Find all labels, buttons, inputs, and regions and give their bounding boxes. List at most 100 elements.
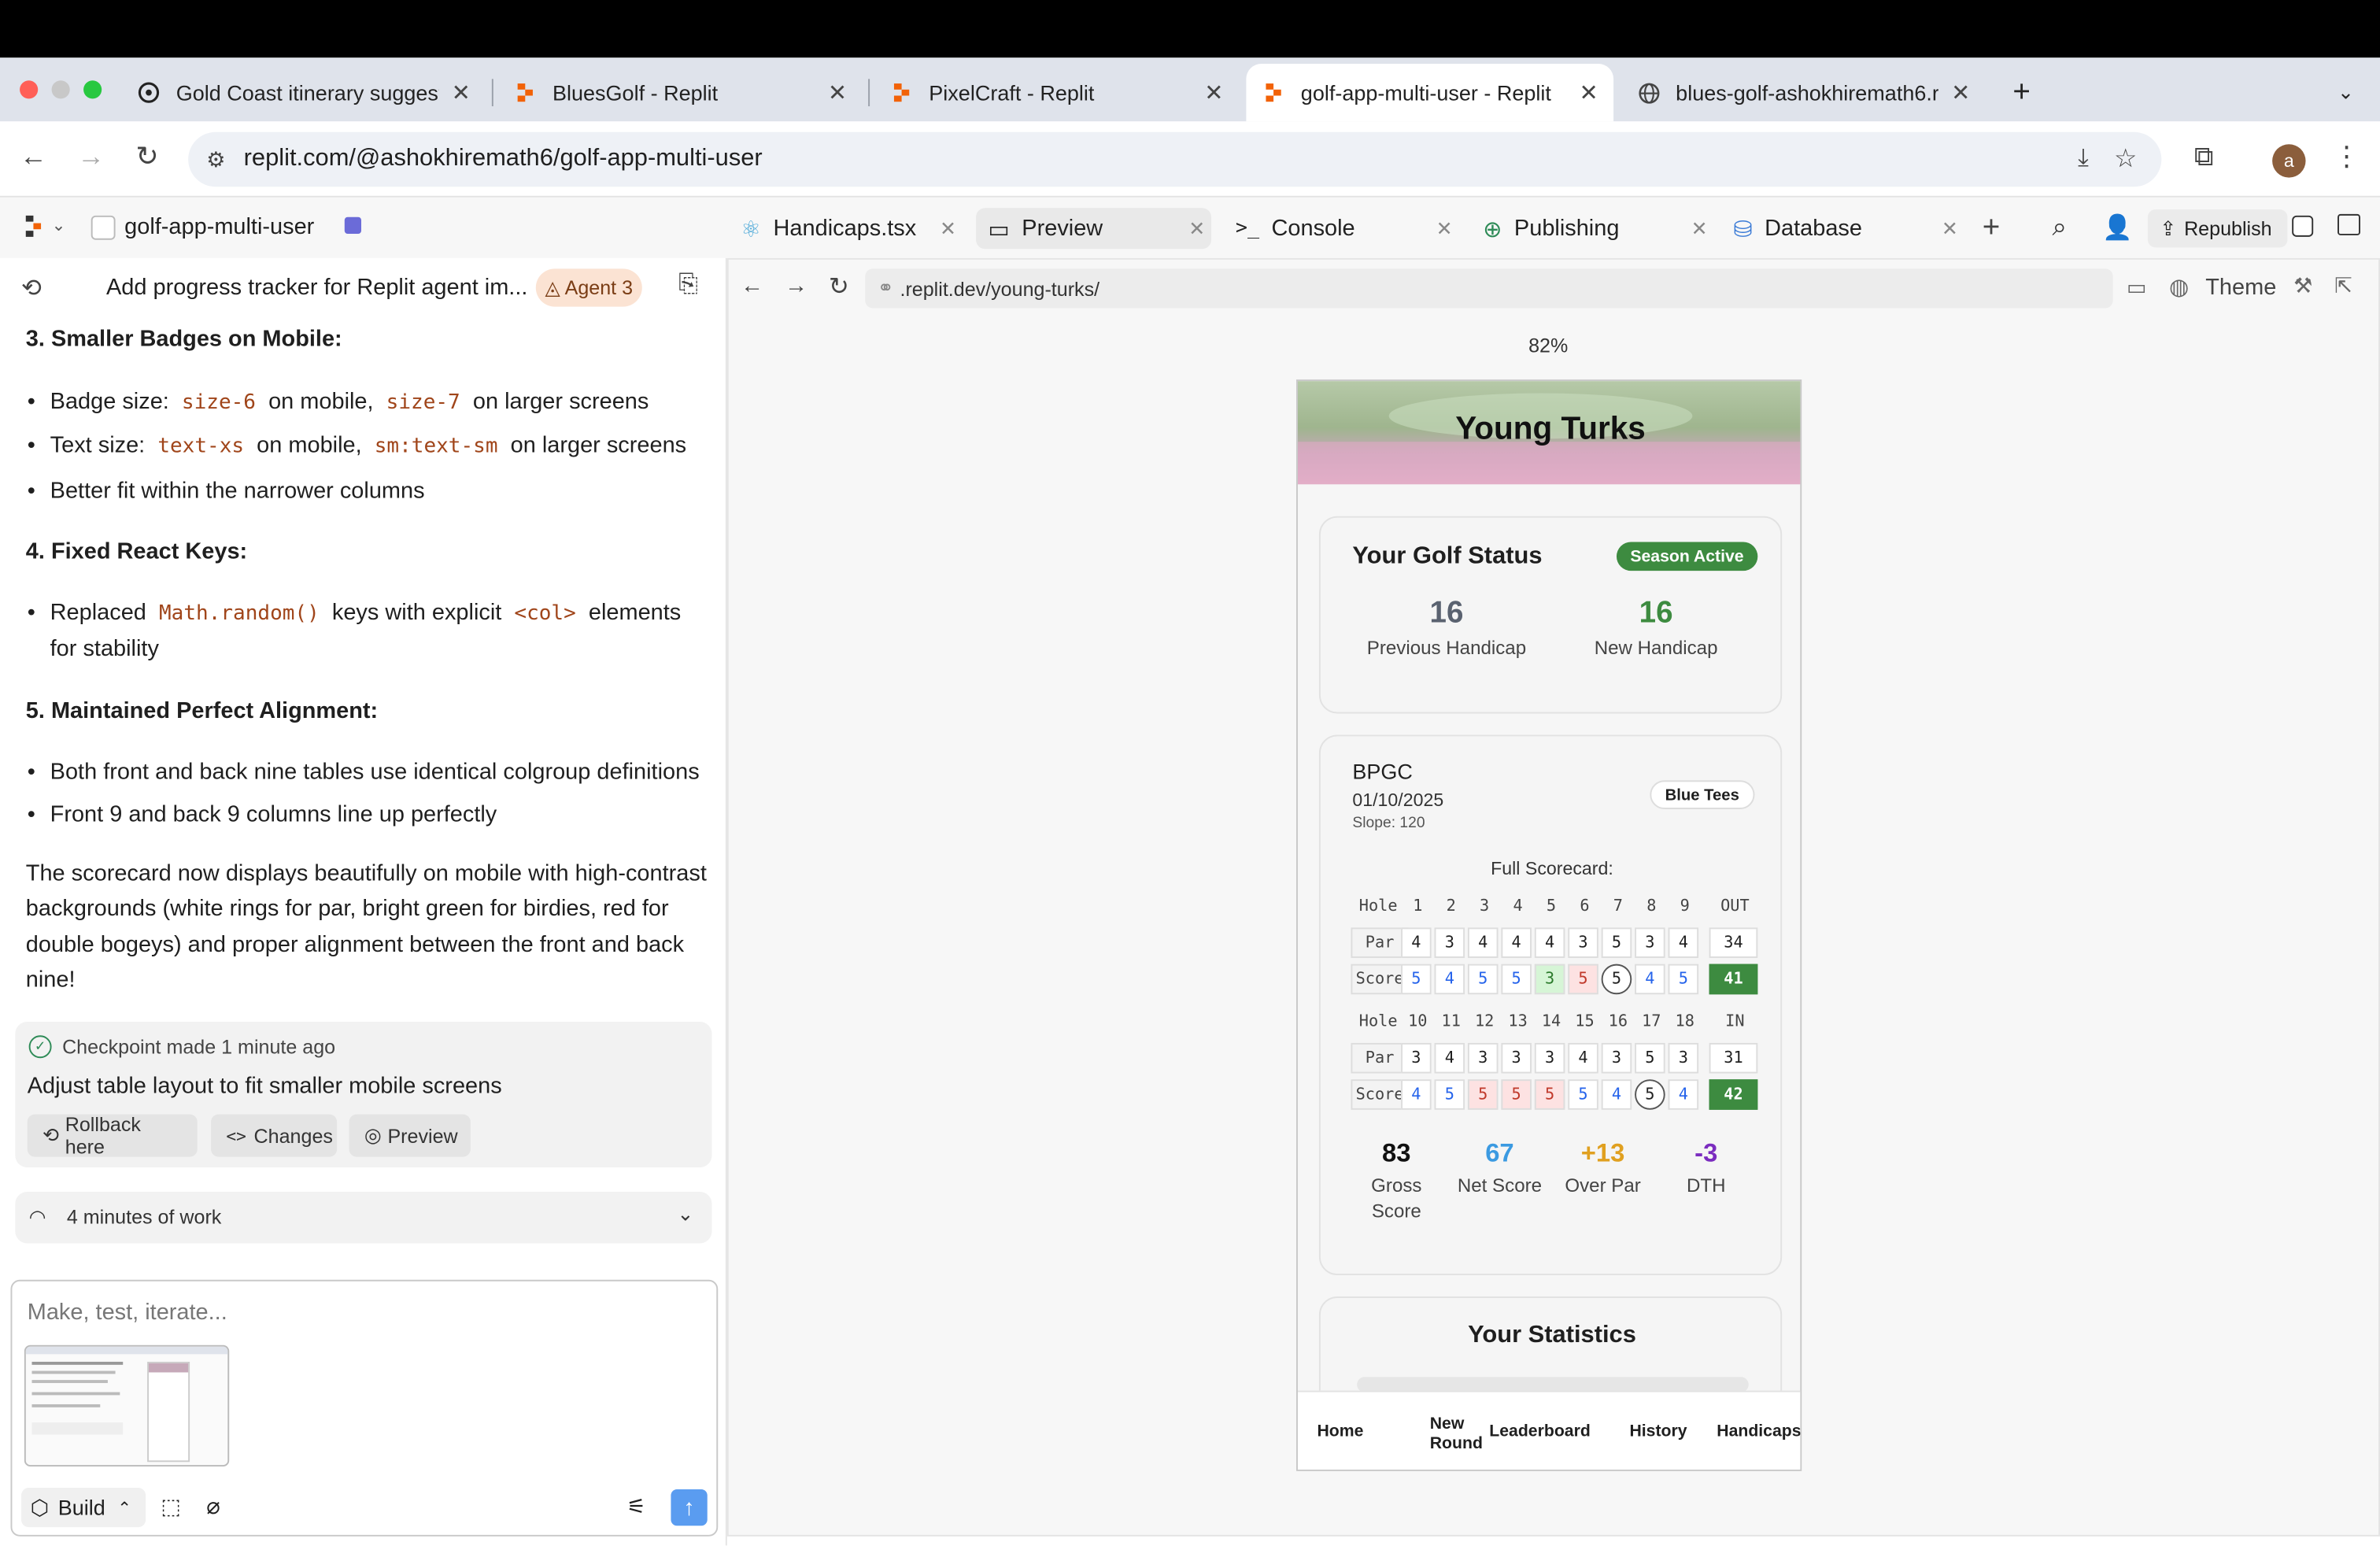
browser-tab[interactable]: PixelCraft - Replit ✕ (874, 64, 1239, 121)
preview-reload-icon[interactable]: ↻ (829, 272, 849, 302)
agent-badge[interactable]: ◬ Agent 3 (535, 268, 642, 307)
preview-forward-icon[interactable]: → (785, 273, 808, 299)
republish-button[interactable]: ⇪ Republish (2147, 209, 2288, 248)
close-tab-icon[interactable]: ✕ (1951, 79, 1970, 106)
nav-history[interactable]: History (1617, 1422, 1700, 1441)
devices-icon[interactable]: ▭ (2127, 275, 2147, 301)
hole-number: 8 (1646, 897, 1657, 915)
replit-icon (513, 80, 538, 105)
chat-input-box[interactable]: Make, test, iterate... ⬡ Build ⌃ ⬚ ⌀ ⚟ ↑ (10, 1279, 719, 1537)
score-cell: 4 (1601, 1079, 1632, 1110)
minimize-window-button[interactable] (51, 80, 70, 99)
chevron-down-icon[interactable]: ⌄ (52, 216, 66, 235)
link-icon: ⚭ (877, 276, 894, 299)
tab-console[interactable]: >_ Console ✕ (1223, 208, 1458, 249)
list-item: Better fit within the narrower columns (28, 474, 425, 510)
nav-leaderboard[interactable]: Leaderboard (1483, 1422, 1597, 1441)
bottom-navigation: Home New Round Leaderboard History Handic… (1297, 1390, 1801, 1470)
close-tab-icon[interactable]: ✕ (828, 79, 847, 106)
replit-logo-icon[interactable] (24, 214, 46, 246)
attach-icon[interactable]: ⌀ (206, 1492, 220, 1520)
par-cell: 3 (1568, 927, 1598, 958)
close-tab-icon[interactable]: ✕ (452, 79, 471, 106)
send-button[interactable]: ↑ (671, 1489, 708, 1526)
score-cell: 5 (1534, 1079, 1565, 1110)
thread-title[interactable]: Add progress tracker for Replit agent im… (106, 275, 527, 301)
hole-number: 10 (1408, 1012, 1428, 1031)
theme-button[interactable]: Theme (2205, 275, 2276, 301)
monitor-icon: ▭ (988, 216, 1010, 242)
close-tab-icon[interactable]: ✕ (1580, 79, 1598, 106)
score-cell: 5 (1668, 963, 1699, 995)
rollback-button[interactable]: ⟲ Rollback here (27, 1113, 198, 1159)
work-summary-toggle[interactable]: ◠ 4 minutes of work ⌄ (15, 1191, 712, 1244)
history-icon[interactable]: ⟲ (21, 273, 42, 304)
site-settings-icon[interactable]: ⚙ (206, 146, 225, 172)
profile-avatar[interactable]: a (2272, 144, 2306, 178)
devtools-icon[interactable]: ⚒ (2293, 273, 2312, 299)
over-par-label: Over Par (1565, 1174, 1641, 1196)
select-element-icon[interactable]: ⬚ (161, 1494, 181, 1520)
dth-value: -3 (1694, 1138, 1718, 1168)
preview-back-icon[interactable]: ← (741, 273, 763, 299)
total-header: IN (1725, 1012, 1745, 1031)
replit-icon (889, 80, 914, 105)
invite-user-icon[interactable]: 👤 (2102, 213, 2132, 243)
add-tab-icon[interactable]: + (1983, 211, 2001, 246)
close-icon[interactable]: ✕ (1942, 216, 1958, 241)
close-icon[interactable]: ✕ (940, 216, 956, 241)
browser-menu-icon[interactable]: ⋮ (2328, 141, 2364, 173)
tab-handicaps-tsx[interactable]: ⚛ Handicaps.tsx ✕ (729, 208, 963, 249)
browser-tab[interactable]: BluesGolf - Replit ✕ (498, 64, 863, 121)
attached-screenshot-thumbnail[interactable] (24, 1344, 230, 1467)
nav-new-round[interactable]: New Round (1392, 1415, 1483, 1452)
republish-menu-icon[interactable] (2292, 215, 2314, 237)
open-external-icon[interactable]: ⇱ (2334, 273, 2352, 299)
browser-tab[interactable]: Gold Coast itinerary suggestio ✕ (121, 64, 486, 121)
settings-sliders-icon[interactable]: ⚟ (627, 1494, 646, 1520)
install-app-icon[interactable]: ⤓ (2078, 146, 2089, 173)
reload-icon[interactable]: ↻ (129, 141, 165, 173)
tab-database[interactable]: ⛁ Database ✕ (1721, 208, 1964, 249)
hole-number: 12 (1474, 1012, 1495, 1031)
par-cell: 3 (1401, 1042, 1432, 1074)
browser-tab[interactable]: blues-golf-ashokhiremath6.re ✕ (1621, 64, 1986, 121)
tab-publishing[interactable]: ⊕ Publishing ✕ (1471, 208, 1714, 249)
close-window-button[interactable] (20, 80, 39, 99)
palette-icon[interactable]: ◍ (2169, 273, 2189, 301)
bookmark-star-icon[interactable]: ☆ (2114, 144, 2137, 175)
status-title: Your Golf Status (1352, 543, 1543, 570)
back-icon[interactable]: ← (15, 141, 51, 173)
tab-separator (868, 79, 870, 107)
address-bar[interactable]: ⚙ replit.com/@ashokhiremath6/golf-app-mu… (188, 131, 2162, 187)
extensions-icon[interactable]: ⧉ (2186, 141, 2222, 173)
close-icon[interactable]: ✕ (1188, 216, 1205, 241)
close-icon[interactable]: ✕ (1436, 216, 1453, 241)
nav-handicaps[interactable]: Handicaps (1717, 1422, 1800, 1441)
project-name[interactable]: golf-app-multi-user (124, 214, 314, 240)
new-tab-button[interactable]: + (1998, 64, 2043, 121)
search-icon[interactable]: ⌕ (2052, 213, 2066, 243)
previous-handicap-label: Previous Handicap (1366, 638, 1527, 660)
close-icon[interactable]: ✕ (1691, 216, 1708, 241)
layout-toggle-icon[interactable] (2338, 213, 2360, 235)
nav-home[interactable]: Home (1310, 1422, 1370, 1441)
tees-badge: Blue Tees (1650, 780, 1755, 809)
new-chat-icon[interactable]: ⎘ (678, 272, 698, 299)
changes-button[interactable]: <> Changes (211, 1114, 338, 1157)
close-tab-icon[interactable]: ✕ (1204, 79, 1223, 106)
tab-preview[interactable]: ▭ Preview ✕ (976, 208, 1212, 250)
preview-checkpoint-button[interactable]: ◎ Preview (349, 1114, 471, 1157)
hole-number: 18 (1675, 1012, 1694, 1031)
maximize-window-button[interactable] (83, 80, 102, 99)
preview-url-bar[interactable]: ⚭ .replit.dev/young-turks/ (865, 268, 2113, 309)
round-card: BPGC 01/10/2025 Slope: 120 Blue Tees Ful… (1318, 734, 1783, 1276)
hole-number: 7 (1613, 897, 1623, 915)
par-cell: 4 (1568, 1042, 1598, 1074)
forward-icon[interactable]: → (73, 141, 109, 173)
browser-tab-active[interactable]: golf-app-multi-user - Replit ✕ (1246, 64, 1614, 122)
build-mode-button[interactable]: ⬡ Build ⌃ (21, 1488, 146, 1528)
tab-search-button[interactable]: ⌄ (2323, 64, 2371, 121)
chat-input-placeholder[interactable]: Make, test, iterate... (28, 1300, 227, 1326)
score-cell: 5 (1467, 963, 1499, 995)
